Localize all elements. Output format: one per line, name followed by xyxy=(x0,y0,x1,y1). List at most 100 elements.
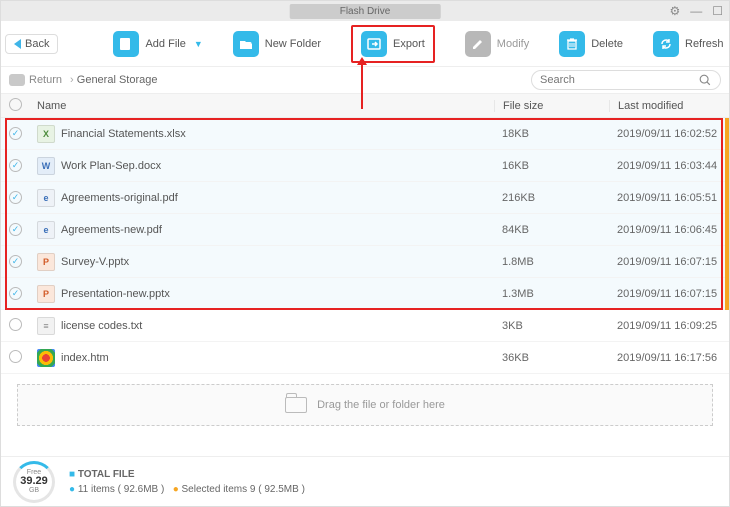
return-label: Return xyxy=(29,74,62,86)
new-folder-label: New Folder xyxy=(265,38,321,50)
search-icon xyxy=(698,73,712,87)
modify-button[interactable]: Modify xyxy=(465,31,529,57)
folder-icon xyxy=(285,397,307,413)
new-folder-icon: + xyxy=(233,31,259,57)
dropdown-caret-icon: ▼ xyxy=(194,39,203,49)
file-list: XFinancial Statements.xlsx18KB2019/09/11… xyxy=(1,118,729,374)
free-unit: GB xyxy=(29,487,39,494)
maximize-button[interactable]: ☐ xyxy=(712,4,723,18)
modify-label: Modify xyxy=(497,38,529,50)
file-name: Financial Statements.xlsx xyxy=(61,128,186,140)
new-folder-button[interactable]: + New Folder xyxy=(233,31,321,57)
file-type-icon xyxy=(37,349,55,367)
export-icon xyxy=(361,31,387,57)
file-name: Presentation-new.pptx xyxy=(61,288,170,300)
file-type-icon: e xyxy=(37,221,55,239)
file-type-icon: X xyxy=(37,125,55,143)
add-file-label: Add File xyxy=(145,38,185,50)
file-name: Agreements-original.pdf xyxy=(61,192,178,204)
file-name: license codes.txt xyxy=(61,320,142,332)
dropzone-text: Drag the file or folder here xyxy=(317,399,445,411)
file-modified: 2019/09/11 16:07:15 xyxy=(609,288,729,300)
row-checkbox[interactable] xyxy=(9,127,22,140)
file-name: Agreements-new.pdf xyxy=(61,224,162,236)
delete-label: Delete xyxy=(591,38,623,50)
modify-icon xyxy=(465,31,491,57)
window-title: Flash Drive xyxy=(290,4,441,19)
row-checkbox[interactable] xyxy=(9,350,22,363)
svg-text:+: + xyxy=(249,37,254,46)
return-icon xyxy=(9,74,25,86)
file-modified: 2019/09/11 16:17:56 xyxy=(609,352,729,364)
table-row[interactable]: P Presentation-new.pptx 1.3MB2019/09/11 16… xyxy=(1,278,729,310)
col-name[interactable]: Name xyxy=(29,100,494,112)
free-space-gauge: Free 39.29 GB xyxy=(13,461,55,503)
settings-icon[interactable]: ⚙ xyxy=(669,4,680,18)
col-modified[interactable]: Last modified xyxy=(609,100,729,112)
total-stats: 11 items ( 92.6MB ) xyxy=(78,484,165,495)
file-type-icon: ≡ xyxy=(37,317,55,335)
titlebar: Flash Drive ⚙ — ☐ xyxy=(1,1,729,21)
file-modified: 2019/09/11 16:09:25 xyxy=(609,320,729,332)
table-row[interactable]: P Survey-V.pptx 1.8MB2019/09/11 16:07:15 xyxy=(1,246,729,278)
file-type-icon: W xyxy=(37,157,55,175)
free-value: 39.29 xyxy=(20,476,48,487)
file-size: 16KB xyxy=(494,160,609,172)
back-button[interactable]: Back xyxy=(5,34,58,54)
add-file-button[interactable]: Add File ▼ xyxy=(113,31,202,57)
file-modified: 2019/09/11 16:07:15 xyxy=(609,256,729,268)
footer: Free 39.29 GB ■ TOTAL FILE ● 11 items ( … xyxy=(1,456,729,506)
callout-arrow xyxy=(361,63,363,109)
table-row[interactable]: e Agreements-new.pdf 84KB2019/09/11 16:06:… xyxy=(1,214,729,246)
selected-stats: Selected items 9 ( 92.5MB ) xyxy=(182,484,305,495)
select-all-checkbox[interactable] xyxy=(9,98,22,111)
breadcrumb-path[interactable]: General Storage xyxy=(70,74,157,86)
back-arrow-icon xyxy=(14,39,21,49)
refresh-icon xyxy=(653,31,679,57)
table-row[interactable]: index.htm 36KB2019/09/11 16:17:56 xyxy=(1,342,729,374)
row-checkbox[interactable] xyxy=(9,255,22,268)
refresh-button[interactable]: Refresh xyxy=(653,31,724,57)
col-size[interactable]: File size xyxy=(494,100,609,112)
row-checkbox[interactable] xyxy=(9,318,22,331)
file-size: 3KB xyxy=(494,320,609,332)
minimize-button[interactable]: — xyxy=(690,4,702,18)
file-size: 36KB xyxy=(494,352,609,364)
export-label: Export xyxy=(393,38,425,50)
file-type-icon: e xyxy=(37,189,55,207)
file-modified: 2019/09/11 16:03:44 xyxy=(609,160,729,172)
file-type-icon: P xyxy=(37,285,55,303)
row-checkbox[interactable] xyxy=(9,287,22,300)
search-input[interactable] xyxy=(540,74,698,86)
selection-bar xyxy=(725,118,729,310)
table-row[interactable]: X Financial Statements.xlsx 18KB2019/09/11… xyxy=(1,118,729,150)
delete-button[interactable]: Delete xyxy=(559,31,623,57)
back-label: Back xyxy=(25,38,49,50)
file-type-icon: P xyxy=(37,253,55,271)
row-checkbox[interactable] xyxy=(9,191,22,204)
refresh-label: Refresh xyxy=(685,38,724,50)
file-size: 84KB xyxy=(494,224,609,236)
dropzone[interactable]: Drag the file or folder here xyxy=(17,384,713,426)
return-button[interactable]: Return xyxy=(9,74,62,86)
total-file-label: TOTAL FILE xyxy=(78,469,135,480)
file-modified: 2019/09/11 16:05:51 xyxy=(609,192,729,204)
file-name: index.htm xyxy=(61,352,109,364)
file-size: 216KB xyxy=(494,192,609,204)
table-row[interactable]: ≡ license codes.txt 3KB2019/09/11 16:09:25 xyxy=(1,310,729,342)
table-header: Name File size Last modified xyxy=(1,94,729,118)
file-size: 18KB xyxy=(494,128,609,140)
row-checkbox[interactable] xyxy=(9,159,22,172)
search-box[interactable] xyxy=(531,70,721,90)
file-modified: 2019/09/11 16:06:45 xyxy=(609,224,729,236)
file-name: Survey-V.pptx xyxy=(61,256,129,268)
add-file-icon xyxy=(113,31,139,57)
file-size: 1.8MB xyxy=(494,256,609,268)
row-checkbox[interactable] xyxy=(9,223,22,236)
table-row[interactable]: W Work Plan-Sep.docx 16KB2019/09/11 16:03:… xyxy=(1,150,729,182)
table-row[interactable]: e Agreements-original.pdf 216KB2019/09/11 … xyxy=(1,182,729,214)
file-modified: 2019/09/11 16:02:52 xyxy=(609,128,729,140)
file-name: Work Plan-Sep.docx xyxy=(61,160,161,172)
delete-icon xyxy=(559,31,585,57)
file-size: 1.3MB xyxy=(494,288,609,300)
